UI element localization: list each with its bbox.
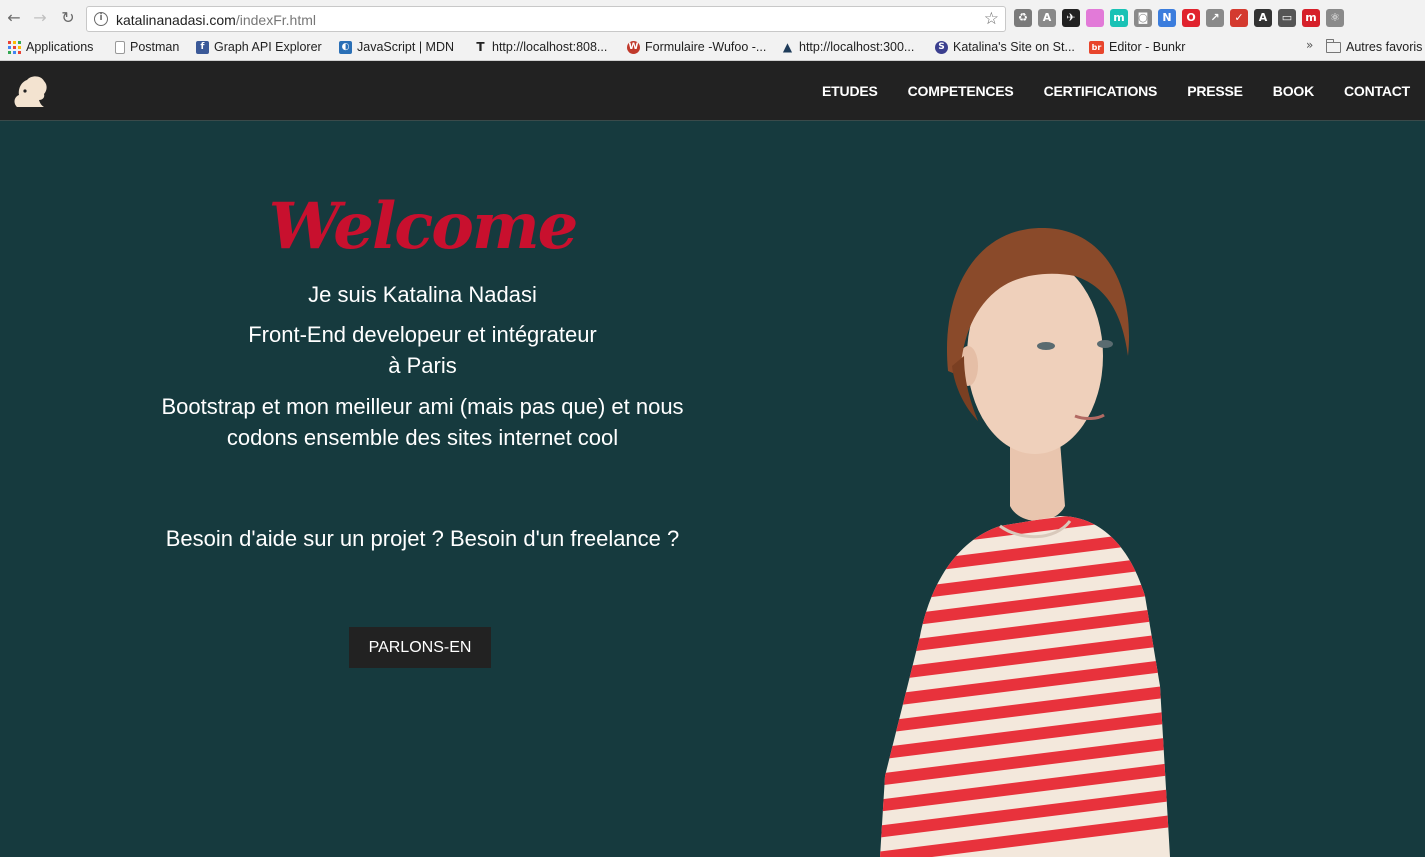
- nav-contact[interactable]: CONTACT: [1344, 83, 1410, 99]
- recycle-icon[interactable]: ♻: [1014, 9, 1032, 27]
- br-icon: br: [1089, 40, 1104, 54]
- react-icon[interactable]: ⚛: [1326, 9, 1344, 27]
- new-badge-icon[interactable]: N: [1158, 9, 1176, 27]
- address-bar[interactable]: i katalinanadasi.com/indexFr.html ☆: [86, 6, 1006, 32]
- m-red-icon[interactable]: m: [1302, 9, 1320, 27]
- bookmark-label: Autres favoris: [1346, 40, 1423, 54]
- intro-text: Je suis Katalina Nadasi: [308, 282, 537, 307]
- role-line-2: à Paris: [388, 353, 457, 378]
- portrait-photo: [860, 216, 1180, 857]
- m-circle-icon[interactable]: m: [1110, 9, 1128, 27]
- mdn-icon: ◐: [339, 40, 352, 54]
- t-logo-icon: T: [476, 39, 485, 54]
- nav-certifications[interactable]: CERTIFICATIONS: [1044, 83, 1158, 99]
- bookmark-label: http://localhost:300...: [799, 40, 915, 54]
- angular-icon[interactable]: A: [1038, 9, 1056, 27]
- bookmark-label: Katalina's Site on St...: [953, 40, 1075, 54]
- bookmark-label: Editor - Bunkr: [1109, 40, 1186, 54]
- bookmark-other-folder[interactable]: Autres favoris: [1326, 38, 1422, 56]
- camera-icon[interactable]: ◙: [1134, 9, 1152, 27]
- opera-icon[interactable]: O: [1182, 9, 1200, 27]
- nav-competences[interactable]: COMPETENCES: [908, 83, 1014, 99]
- arrow-ext-icon[interactable]: ↗: [1206, 9, 1224, 27]
- bookmark-mdn[interactable]: ◐ JavaScript | MDN: [339, 38, 454, 56]
- s-circle-icon: S: [935, 40, 948, 54]
- nav-etudes[interactable]: ETUDES: [822, 83, 878, 99]
- bird-icon[interactable]: ✈: [1062, 9, 1080, 27]
- browser-chrome: ← → ↻ i katalinanadasi.com/indexFr.html …: [0, 0, 1425, 61]
- back-icon[interactable]: ←: [4, 8, 24, 28]
- role-line-1: Front-End developeur et intégrateur: [248, 322, 597, 347]
- url-path: /indexFr.html: [235, 12, 316, 28]
- folder-icon: [1326, 38, 1341, 53]
- bookmark-label: Formulaire -Wufoo -...: [645, 40, 767, 54]
- bookmark-label: Applications: [26, 40, 94, 54]
- bookmark-label: Graph API Explorer: [214, 40, 322, 54]
- bookmark-postman[interactable]: Postman: [115, 38, 179, 56]
- url-host: katalinanadasi.com: [116, 12, 236, 28]
- ok-badge-icon[interactable]: ✓: [1230, 9, 1248, 27]
- logo-icon[interactable]: [11, 73, 49, 109]
- url-text[interactable]: katalinanadasi.com/indexFr.html: [116, 12, 316, 28]
- main-menu: ETUDES COMPETENCES CERTIFICATIONS PRESSE…: [822, 61, 1410, 121]
- bookmark-label: Postman: [130, 40, 180, 54]
- bookmark-label: http://localhost:808...: [492, 40, 608, 54]
- triangle-icon: ▲: [782, 39, 793, 54]
- more-bookmarks-icon[interactable]: »: [1306, 38, 1313, 52]
- bookmark-localhost-300[interactable]: ▲ http://localhost:300...: [781, 38, 914, 56]
- wufoo-icon: W: [627, 40, 640, 54]
- site-navbar: ETUDES COMPETENCES CERTIFICATIONS PRESSE…: [0, 61, 1425, 121]
- font-size-icon[interactable]: A: [1254, 9, 1272, 27]
- gradient-icon[interactable]: [1086, 9, 1104, 27]
- bookmark-graph-api[interactable]: f Graph API Explorer: [196, 38, 322, 56]
- reload-icon[interactable]: ↻: [58, 8, 78, 28]
- facebook-icon: f: [196, 40, 209, 54]
- extension-icons: ♻ A ✈ m ◙ N O ↗ ✓ A ▭ m ⚛: [1014, 9, 1344, 29]
- forward-icon[interactable]: →: [30, 8, 50, 28]
- bookmark-wufoo[interactable]: W Formulaire -Wufoo -...: [627, 38, 766, 56]
- bookmark-label: JavaScript | MDN: [357, 40, 455, 54]
- freelance-question: Besoin d'aide sur un projet ? Besoin d'u…: [165, 526, 680, 551]
- nav-presse[interactable]: PRESSE: [1187, 83, 1243, 99]
- bookmark-applications[interactable]: Applications: [8, 38, 93, 56]
- star-icon[interactable]: ☆: [984, 9, 999, 29]
- info-icon[interactable]: i: [94, 12, 108, 26]
- bookmarks-bar: Applications Postman f Graph API Explore…: [0, 36, 1425, 58]
- parlons-en-button[interactable]: PARLONS-EN: [349, 627, 491, 668]
- bookmark-katalina-site[interactable]: S Katalina's Site on St...: [935, 38, 1075, 56]
- bootstrap-line-1: Bootstrap et mon meilleur ami (mais pas …: [161, 394, 684, 419]
- bootstrap-line-2: codons ensemble des sites internet cool: [226, 425, 619, 450]
- apps-grid-icon: [8, 40, 21, 54]
- bookmark-bunkr[interactable]: br Editor - Bunkr: [1089, 38, 1185, 56]
- page-icon: [115, 40, 125, 54]
- bookmark-localhost-808[interactable]: T http://localhost:808...: [474, 38, 607, 56]
- welcome-heading: Welcome: [268, 189, 579, 264]
- address-bar-row: ← → ↻ i katalinanadasi.com/indexFr.html …: [0, 0, 1425, 36]
- hero-section: Welcome Je suis Katalina Nadasi Front-En…: [0, 121, 1425, 857]
- cast-icon[interactable]: ▭: [1278, 9, 1296, 27]
- nav-book[interactable]: BOOK: [1273, 83, 1314, 99]
